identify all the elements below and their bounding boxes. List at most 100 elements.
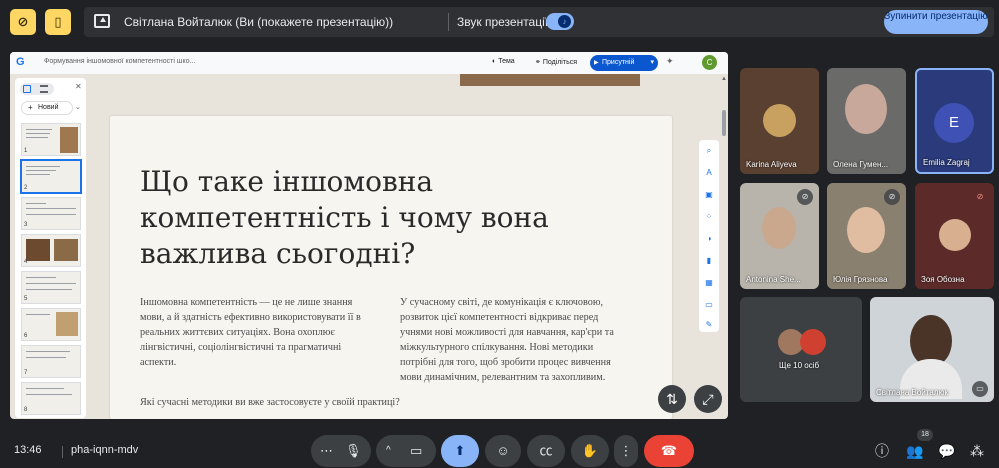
- mic-icon[interactable]: 🎙: [345, 435, 362, 467]
- image-icon[interactable]: ▣: [704, 190, 714, 200]
- current-slide[interactable]: Що таке іншомовна компетентність і чому …: [110, 116, 672, 419]
- avatar: [845, 84, 887, 134]
- hand-icon: ✋: [581, 443, 599, 458]
- scrollbar[interactable]: [722, 110, 726, 136]
- shared-presentation-window: G Формування іншомовної компетентності ш…: [10, 52, 728, 419]
- participant-tile[interactable]: Олена Гумен...: [827, 68, 906, 174]
- slide-thumbnails-panel: ✕ Новий ⌄ 1 2 3 4 5 6: [15, 78, 86, 418]
- slide-tools-strip: ⌕ A ▣ ⁘ ◑ ▮ ▦ ▭ ✎: [699, 140, 719, 332]
- captions-button[interactable]: ㏄: [527, 435, 565, 467]
- slides-logo-icon: G: [16, 56, 25, 68]
- more-participants-tile[interactable]: Ще 10 осіб: [740, 297, 862, 402]
- sound-icon: ♪: [558, 15, 571, 28]
- sparkle-icon[interactable]: ✦: [666, 56, 674, 67]
- slide-thumbnail[interactable]: 6: [21, 308, 81, 341]
- thumbnail-number: 6: [24, 333, 28, 339]
- slide-thumbnail[interactable]: 7: [21, 345, 81, 378]
- leave-call-button[interactable]: ☎: [644, 435, 694, 467]
- participant-name: Antonina She...: [746, 275, 801, 284]
- slide-thumbnail[interactable]: 4: [21, 234, 81, 267]
- participant-tile[interactable]: ⊘ Юлія Грязнова: [827, 183, 906, 289]
- mic-control[interactable]: ⋯ 🎙: [311, 435, 371, 467]
- present-button[interactable]: Присутній: [590, 55, 658, 71]
- scroll-up-icon[interactable]: ▲: [721, 76, 727, 82]
- fullscreen-icon[interactable]: ⤢: [694, 385, 722, 413]
- camera-icon[interactable]: ▭: [410, 435, 422, 467]
- slide-question: Які сучасні методики ви вже застосовуєте…: [140, 397, 400, 408]
- slide-thumbnail[interactable]: 2: [21, 160, 81, 193]
- new-slide-button[interactable]: Новий: [21, 101, 73, 115]
- screen-icon: ▭: [972, 381, 988, 397]
- stop-presenting-button[interactable]: Зупинити презентацію: [884, 10, 988, 34]
- toggle-icon[interactable]: ◑: [704, 234, 714, 244]
- info-icon[interactable]: ⓘ: [871, 440, 893, 462]
- chat-icon[interactable]: 💬: [936, 440, 958, 462]
- participant-name: Олена Гумен...: [833, 160, 889, 169]
- slide-thumbnail[interactable]: 8: [21, 382, 81, 415]
- presentation-banner: Світлана Войталюк (Ви (покажете презента…: [84, 7, 994, 37]
- more-vertical-icon: ⋮: [619, 443, 633, 458]
- avatar: [847, 207, 885, 253]
- presenter-text: Світлана Войталюк (Ви (покажете презента…: [124, 15, 394, 29]
- slide-thumbnail[interactable]: 5: [21, 271, 81, 304]
- slide-thumbnail[interactable]: 1: [21, 123, 81, 156]
- theme-button[interactable]: ◐ Тема: [492, 58, 515, 65]
- slide-title: Що таке іншомовна компетентність і чому …: [140, 165, 549, 270]
- camera-control[interactable]: ^ ▭: [376, 435, 436, 467]
- participant-tile[interactable]: Karina Aliyeva: [740, 68, 819, 174]
- avatar: [762, 207, 796, 249]
- edit-icon[interactable]: ✎: [704, 320, 714, 330]
- reactions-button[interactable]: ☺: [485, 435, 521, 467]
- table-icon[interactable]: ▦: [704, 278, 714, 288]
- self-view-tile[interactable]: ▭ Світлана Войталюк: [870, 297, 994, 402]
- slide-body-left: Іншомовна компетентність — це не лише зн…: [140, 297, 361, 368]
- share-label: Поділіться: [542, 59, 578, 66]
- share-button[interactable]: ⚭ Поділіться: [535, 58, 577, 66]
- participant-tile[interactable]: ⊘ Зоя Обозна: [915, 183, 994, 289]
- participant-tile[interactable]: ⊘ Antonina She...: [740, 183, 819, 289]
- participant-name: Юлія Грязнова: [833, 275, 888, 284]
- participant-count-badge: 18: [917, 429, 933, 441]
- chevron-up-icon[interactable]: ^: [386, 435, 391, 467]
- user-avatar[interactable]: C: [702, 55, 717, 70]
- present-screen-icon: ⬆: [454, 443, 466, 458]
- text-format-icon[interactable]: A: [704, 168, 714, 178]
- list-view-icon[interactable]: [40, 85, 48, 93]
- doc-title[interactable]: Формування іншомовної компетентності шко…: [44, 58, 195, 65]
- slide-thumbnail[interactable]: 3: [21, 197, 81, 230]
- people-icon[interactable]: 👥: [904, 440, 926, 462]
- view-tabs[interactable]: [20, 83, 54, 95]
- avatar: [800, 329, 826, 355]
- chevron-down-icon[interactable]: ⌄: [75, 103, 81, 111]
- chart-icon[interactable]: ▮: [704, 256, 714, 266]
- doc-header: G Формування іншомовної компетентності ш…: [10, 52, 728, 74]
- slide-body-right: У сучасному світі, де комунікація є ключ…: [400, 297, 614, 383]
- participant-name: Karina Aliyeva: [746, 160, 797, 169]
- participant-tile[interactable]: E Emilia Zagraj: [915, 68, 994, 174]
- search-icon[interactable]: ⌕: [704, 146, 714, 156]
- more-participants-label: Ще 10 осіб: [779, 361, 820, 370]
- captions-icon: ㏄: [539, 443, 553, 458]
- previous-slide-image: [460, 74, 640, 86]
- activities-icon[interactable]: ⁂: [966, 440, 988, 462]
- mic-off-icon: ⊘: [884, 189, 900, 205]
- presentation-sound-toggle[interactable]: ♪: [546, 13, 574, 30]
- avatar: E: [934, 103, 974, 143]
- thumbnail-number: 3: [24, 222, 28, 228]
- raise-hand-button[interactable]: ✋: [571, 435, 609, 467]
- thumbnail-number: 4: [24, 259, 28, 265]
- thumbnail-number: 1: [24, 148, 28, 154]
- grid-view-icon[interactable]: [23, 85, 31, 93]
- close-icon[interactable]: ✕: [75, 82, 82, 91]
- swap-arrows-icon[interactable]: ⇅: [658, 385, 686, 413]
- no-video-icon[interactable]: ⊘: [10, 9, 36, 35]
- thumbnail-number: 5: [24, 296, 28, 302]
- more-audio-options-icon[interactable]: ⋯: [320, 435, 333, 467]
- present-now-button[interactable]: ⬆: [441, 435, 479, 467]
- more-options-button[interactable]: ⋮: [614, 435, 638, 467]
- participant-name: Emilia Zagraj: [923, 158, 970, 167]
- avatar: [763, 104, 796, 137]
- card-icon[interactable]: ▭: [704, 300, 714, 310]
- door-icon[interactable]: ▯: [45, 9, 71, 35]
- layout-icon[interactable]: ⁘: [704, 212, 714, 222]
